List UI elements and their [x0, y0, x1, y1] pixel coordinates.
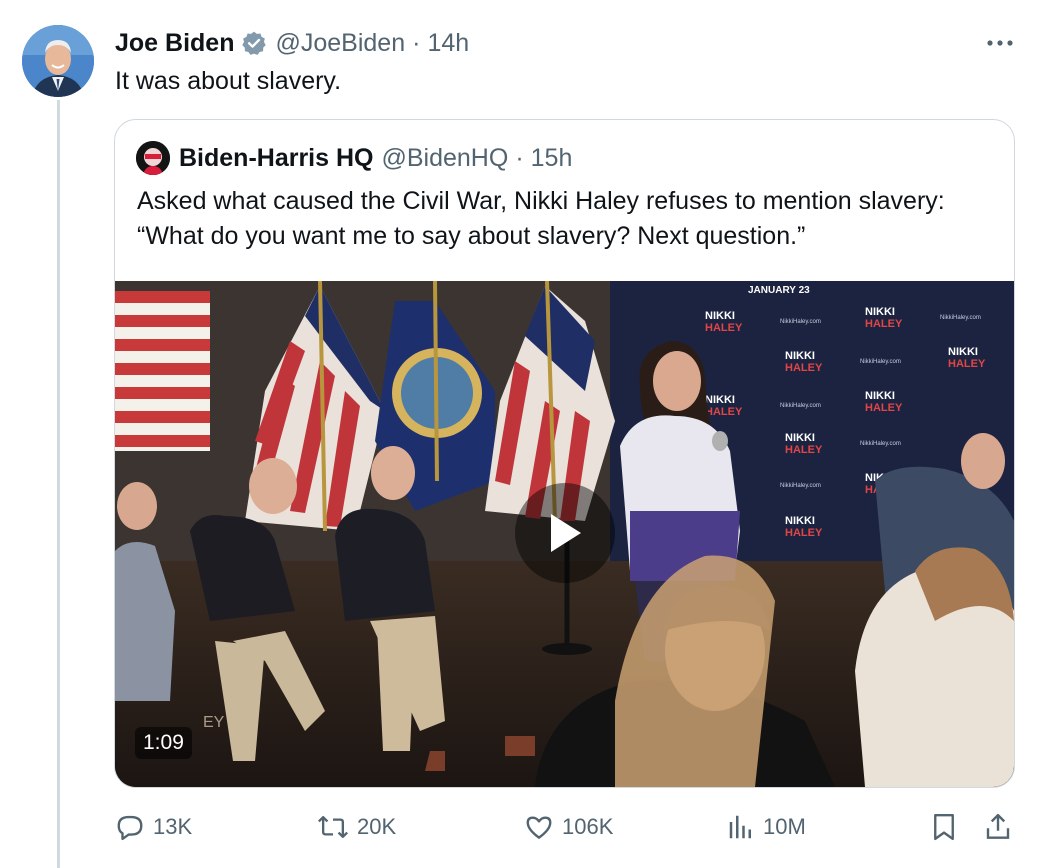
repost-count: 20K — [357, 814, 397, 839]
views-icon — [729, 815, 751, 839]
repost-icon — [318, 815, 348, 839]
backdrop-text: HALEY — [785, 527, 823, 539]
author-handle[interactable]: @JoeBiden — [275, 29, 405, 58]
quoted-avatar[interactable] — [136, 141, 170, 175]
tweet-text: It was about slavery. — [115, 67, 342, 95]
views-count: 10M — [763, 814, 806, 839]
video-duration: 1:09 — [135, 727, 192, 759]
backdrop-text: HALEY — [865, 402, 903, 414]
backdrop-small-text: NikkiHaley.com — [860, 441, 901, 447]
backdrop-text: NIKKI — [865, 390, 895, 402]
backdrop-text: NIKKI — [785, 350, 815, 362]
bookmark-button[interactable] — [930, 806, 966, 848]
separator-dot: · — [412, 28, 421, 57]
repost-button[interactable]: 20K — [317, 806, 396, 848]
more-options-icon[interactable] — [985, 28, 1015, 58]
avatar[interactable] — [22, 25, 94, 97]
backdrop-text: NIKKI — [785, 515, 815, 527]
share-button[interactable] — [984, 806, 1020, 848]
quoted-header: Biden-Harris HQ @BidenHQ · 15h — [136, 141, 572, 175]
backdrop-small-text: NikkiHaley.com — [940, 315, 981, 321]
backdrop-small-text: NikkiHaley.com — [860, 359, 901, 365]
quoted-timestamp[interactable]: 15h — [531, 144, 573, 173]
reply-button[interactable]: 13K — [115, 806, 192, 848]
views-button[interactable]: 10M — [727, 806, 806, 848]
reply-icon — [117, 815, 143, 841]
backdrop-text: HALEY — [785, 444, 823, 456]
backdrop-text: HALEY — [865, 318, 903, 330]
backdrop-text: HALEY — [705, 406, 743, 418]
backdrop-text: NIKKI — [948, 346, 978, 358]
play-button[interactable] — [515, 483, 615, 583]
tweet-header: Joe Biden @JoeBiden · 14h — [115, 26, 469, 60]
backdrop-text: NIKKI — [705, 310, 735, 322]
verified-badge-icon — [241, 30, 267, 56]
like-count: 106K — [562, 814, 614, 839]
thread-line — [57, 100, 60, 868]
tweet-timestamp[interactable]: 14h — [427, 29, 469, 58]
like-button[interactable]: 106K — [524, 806, 613, 848]
quoted-author-name[interactable]: Biden-Harris HQ — [179, 144, 373, 173]
sign-header: JANUARY 23 — [748, 285, 810, 296]
backdrop-text: NIKKI — [865, 306, 895, 318]
backdrop-text: NIKKI — [785, 432, 815, 444]
video-player[interactable]: NIKKI HALEY NIKKI HALEY NIKKI HALEY NIKK… — [115, 281, 1014, 787]
backdrop-text: NIKKI — [705, 394, 735, 406]
share-icon — [986, 813, 1010, 839]
avatar-photo — [22, 25, 94, 97]
reply-count: 13K — [153, 814, 193, 839]
backdrop-small-text: NikkiHaley.com — [780, 319, 821, 325]
backdrop-small-text: NikkiHaley.com — [780, 403, 821, 409]
heart-icon — [526, 816, 552, 839]
backdrop-text: HALEY — [705, 322, 743, 334]
flag-left — [115, 291, 210, 451]
backdrop-text: HALEY — [785, 362, 823, 374]
backdrop-text: HALEY — [948, 358, 986, 370]
author-name[interactable]: Joe Biden — [115, 29, 234, 58]
lectern-label: EY — [203, 714, 225, 731]
play-icon — [551, 514, 581, 552]
separator-dot: · — [515, 143, 524, 172]
quoted-author-handle[interactable]: @BidenHQ — [381, 144, 508, 173]
backdrop-small-text: NikkiHaley.com — [780, 483, 821, 489]
action-bar: 13K 20K 106K 10M — [115, 806, 1025, 848]
quoted-tweet[interactable]: Biden-Harris HQ @BidenHQ · 15h Asked wha… — [114, 119, 1015, 788]
quoted-text: Asked what caused the Civil War, Nikki H… — [137, 187, 945, 250]
bookmark-icon — [934, 813, 954, 841]
